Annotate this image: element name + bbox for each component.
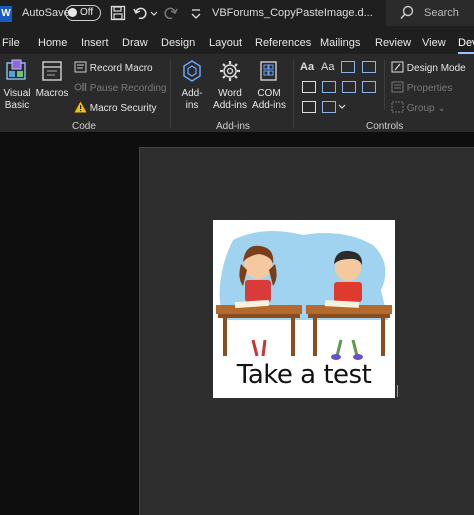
visual-basic-button[interactable]: Visual Basic	[2, 58, 32, 112]
record-macro-button[interactable]: Record Macro	[74, 61, 153, 74]
properties-label: Properties	[406, 83, 453, 94]
gear-icon	[220, 61, 240, 81]
tab-file[interactable]: File	[2, 37, 20, 49]
word-add-ins-label-1: Word	[218, 88, 242, 99]
macros-icon	[42, 61, 62, 81]
tab-design[interactable]: Design	[161, 37, 195, 49]
picture-caption: Take a test	[236, 360, 372, 390]
autosave-label: AutoSave	[22, 7, 70, 19]
design-mode-icon	[391, 61, 404, 73]
text-cursor	[397, 385, 398, 397]
checkbox-control-icon[interactable]	[302, 81, 316, 93]
document-title: VBForums_CopyPasteImage.d...	[212, 7, 373, 19]
legacy-tools-icon[interactable]	[322, 101, 336, 113]
controls-separator	[384, 60, 385, 110]
search-placeholder: Search	[424, 7, 459, 19]
building-block-control-icon[interactable]	[362, 61, 376, 73]
add-ins-label-2: ins	[185, 100, 199, 111]
record-macro-icon	[74, 61, 87, 73]
tab-view[interactable]: View	[422, 37, 446, 49]
combo-box-control-icon[interactable]	[322, 81, 336, 93]
chevron-down-icon[interactable]	[338, 103, 346, 111]
warning-icon	[74, 101, 87, 113]
ribbon-tabs: File Home Insert Draw Design Layout Refe…	[0, 28, 474, 54]
add-ins-icon	[183, 60, 201, 82]
repeating-section-control-icon[interactable]	[302, 101, 316, 113]
visual-basic-label-2: Basic	[4, 100, 30, 111]
add-ins-group-label: Add-ins	[216, 121, 250, 132]
visual-basic-label-1: Visual	[3, 88, 31, 99]
design-mode-button[interactable]: Design Mode	[391, 61, 466, 74]
com-add-ins-button[interactable]: COM Add-ins	[250, 58, 288, 112]
group-button[interactable]: Group ⌄	[391, 101, 446, 114]
macros-label: Macros	[35, 88, 69, 99]
word-logo-icon: W	[0, 6, 12, 22]
word-add-ins-button[interactable]: Word Add-ins	[210, 58, 250, 112]
autosave-toggle[interactable]: Off	[65, 5, 101, 21]
customize-toolbar-icon[interactable]	[190, 4, 202, 22]
macro-security-button[interactable]: Macro Security	[74, 101, 156, 114]
tab-developer[interactable]: Dev	[458, 37, 474, 49]
properties-button[interactable]: Properties	[391, 81, 452, 94]
plain-text-control-icon[interactable]: Aa	[321, 61, 334, 73]
properties-icon	[391, 81, 404, 93]
tab-references[interactable]: References	[255, 37, 311, 49]
dropdown-list-control-icon[interactable]	[342, 81, 356, 93]
controls-group-label: Controls	[366, 121, 404, 132]
title-bar: W AutoSave Off VBForums_CopyPasteImage.d…	[0, 0, 474, 28]
tab-insert[interactable]: Insert	[81, 37, 109, 49]
word-add-ins-label-2: Add-ins	[213, 100, 247, 111]
pause-recording-button[interactable]: Pause Recording	[74, 81, 167, 94]
rich-text-control-icon[interactable]: Aa	[300, 61, 314, 73]
add-ins-button[interactable]: Add- ins	[176, 58, 208, 112]
record-macro-label: Record Macro	[89, 63, 153, 74]
com-add-ins-label-2: Add-ins	[252, 100, 286, 111]
group-separator	[293, 60, 294, 128]
undo-icon[interactable]	[133, 4, 149, 22]
undo-dropdown-chevron-icon[interactable]	[150, 4, 158, 22]
toggle-knob-icon	[68, 8, 77, 17]
autosave-state: Off	[80, 7, 94, 18]
design-mode-label: Design Mode	[406, 63, 466, 74]
add-ins-label-1: Add-	[181, 88, 203, 99]
chevron-down-icon: ⌄	[437, 103, 446, 114]
tab-home[interactable]: Home	[38, 37, 67, 49]
tab-mailings[interactable]: Mailings	[320, 37, 360, 49]
date-picker-control-icon[interactable]	[362, 81, 376, 93]
com-add-ins-label-1: COM	[257, 88, 281, 99]
search-box[interactable]: Search	[386, 0, 474, 26]
tab-layout[interactable]: Layout	[209, 37, 242, 49]
group-icon	[391, 101, 404, 113]
students-test-illustration	[216, 231, 392, 360]
code-group-label: Code	[72, 121, 96, 132]
ribbon-developer: Visual Basic Macros Record Macro Pause R…	[0, 54, 474, 132]
save-icon[interactable]	[110, 4, 126, 22]
visual-basic-icon	[6, 59, 26, 80]
search-icon	[400, 5, 414, 19]
picture-control-icon[interactable]	[341, 61, 355, 73]
inserted-picture[interactable]: Take a test	[213, 220, 395, 398]
tab-draw[interactable]: Draw	[122, 37, 148, 49]
group-separator	[170, 60, 171, 128]
macros-button[interactable]: Macros	[35, 58, 69, 100]
pause-recording-icon	[74, 83, 87, 91]
tab-review[interactable]: Review	[375, 37, 411, 49]
redo-icon[interactable]	[162, 4, 178, 22]
group-label: Group	[406, 103, 435, 114]
pause-recording-label: Pause Recording	[89, 83, 167, 94]
macro-security-label: Macro Security	[89, 103, 157, 114]
com-add-ins-icon	[260, 61, 277, 81]
